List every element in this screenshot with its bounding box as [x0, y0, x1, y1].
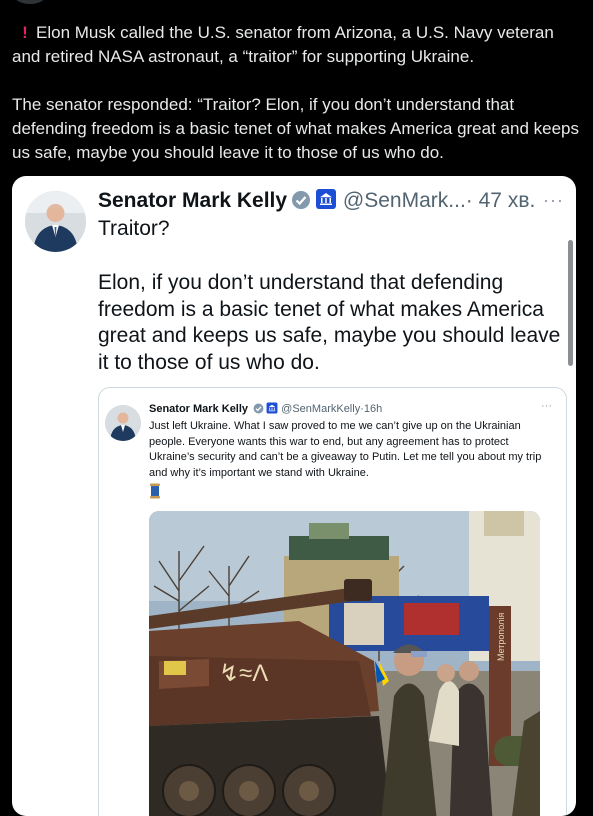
author-name[interactable]: Senator Mark Kelly	[98, 189, 287, 212]
quoted-time[interactable]: 16h	[364, 403, 382, 415]
previous-avatar	[14, 0, 46, 4]
quoted-handle[interactable]: @SenMarkKelly	[281, 403, 360, 415]
post-paragraph-2: The senator responded: “Traitor? Elon, i…	[12, 95, 579, 162]
quoted-verified-badge-icon	[253, 403, 264, 418]
quoted-tweet[interactable]: Senator Mark Kelly @SenMarkKelly·16h ···…	[98, 387, 567, 816]
quoted-author-name[interactable]: Senator Mark Kelly	[149, 403, 248, 415]
tweet-body: Elon, if you don’t understand that defen…	[98, 271, 561, 374]
exclamation-icon: !	[22, 23, 28, 42]
photo-sign-text: Метрополія	[496, 613, 506, 661]
quoted-header: Senator Mark Kelly @SenMarkKelly·16h	[149, 402, 382, 418]
tweet-time[interactable]: 47 хв.	[479, 189, 536, 212]
government-capitol-icon	[315, 188, 337, 217]
post-text: ! Elon Musk called the U.S. senator from …	[12, 21, 582, 165]
scrollbar[interactable]	[568, 240, 573, 366]
embedded-tweet-card[interactable]: Senator Mark Kelly @SenMark...· 47 хв. ·…	[12, 176, 576, 816]
avatar[interactable]	[25, 191, 86, 252]
separator: ·	[465, 189, 473, 212]
svg-text:↯≈Ʌ: ↯≈Ʌ	[219, 660, 268, 687]
tweet-photo[interactable]: Метрополія ↯≈Ʌ	[149, 511, 540, 816]
tweet-header: Senator Mark Kelly @SenMark...· 47 хв.	[98, 188, 568, 217]
post-paragraph-1: ! Elon Musk called the U.S. senator from …	[12, 23, 554, 66]
quoted-government-capitol-icon	[266, 402, 278, 418]
tweet-first-line: Traitor?	[98, 217, 170, 240]
quoted-more-options-icon[interactable]: ···	[541, 400, 552, 412]
quoted-body: Just left Ukraine. What I saw proved to …	[149, 420, 542, 479]
verified-badge-icon	[291, 190, 311, 217]
spool-of-thread-icon	[149, 483, 161, 504]
quoted-avatar[interactable]	[105, 405, 141, 441]
more-options-icon[interactable]: ···	[543, 190, 564, 211]
author-handle[interactable]: @SenMark...	[343, 189, 466, 212]
